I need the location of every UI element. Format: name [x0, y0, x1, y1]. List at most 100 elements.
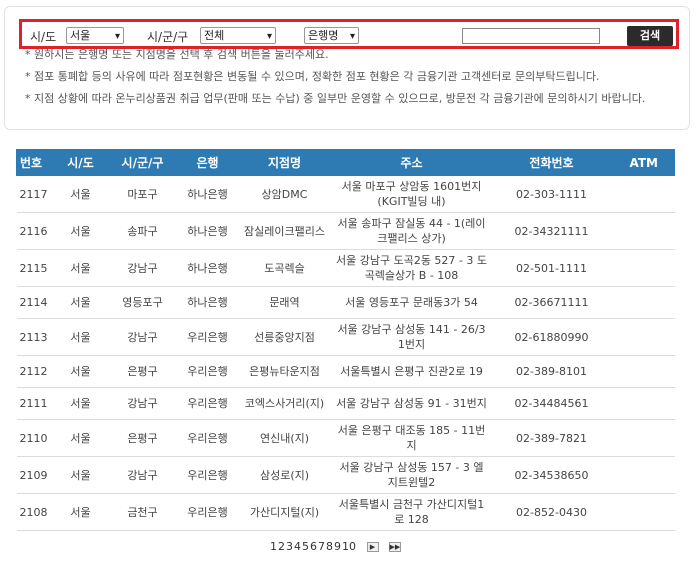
page-link-5[interactable]: 5: [302, 540, 309, 553]
table-row: 2117 서울 마포구 하나은행 상암DMC 서울 마포구 상암동 1601번지 (KGI…: [16, 176, 675, 213]
cell-atm: [612, 318, 675, 356]
table-row: 2110 서울 은평구 우리은행 연신내(지) 서울 은평구 대조동 185 - 11번지…: [16, 419, 675, 457]
cell-number: 2112: [16, 355, 55, 388]
table-row: 2116 서울 송파구 하나은행 잠실레이크팰리스 서울 송파구 잠실동 44 - 1(레…: [16, 212, 675, 250]
last-arrow-icon[interactable]: ▶▶: [388, 542, 401, 552]
col-header-sido: 시/도: [54, 149, 107, 176]
cell-address: 서울 강남구 도곡2동 527 - 3 도곡렉슬상가 B - 108: [332, 249, 491, 287]
page-link-4[interactable]: 4: [294, 540, 301, 553]
cell-number: 2111: [16, 387, 55, 420]
cell-sigungu: 강남구: [106, 249, 179, 287]
notice-item: * 지점 상황에 따라 온누리상품권 취급 업무(판매 또는 수납) 중 일부만…: [25, 92, 646, 105]
cell-bank: 우리은행: [178, 387, 237, 420]
table-row: 2111 서울 강남구 우리은행 코엑스사거리(지) 서울 강남구 삼성동 91 - 31…: [16, 387, 675, 420]
page-link-2[interactable]: 2: [278, 540, 285, 553]
page-link-9[interactable]: 9: [334, 540, 341, 553]
col-header-sigungu: 시/군/구: [106, 149, 179, 176]
cell-sido: 서울: [54, 318, 107, 356]
cell-sido: 서울: [54, 493, 107, 531]
cell-number: 2114: [16, 286, 55, 319]
cell-address: 서울 강남구 삼성동 157 - 3 엘지트윈텔2: [332, 456, 491, 494]
cell-atm: [612, 212, 675, 250]
cell-phone: 02-303-1111: [490, 176, 613, 213]
cell-branch: 문래역: [236, 286, 333, 319]
page-link-1[interactable]: 1: [270, 540, 277, 553]
chevron-down-icon: ▾: [266, 31, 272, 42]
cell-sido: 서울: [54, 456, 107, 494]
sido-label: 시/도: [30, 30, 57, 44]
filter-panel: 시/도 서울 ▾ 시/군/구 전체 ▾ 은행명 ▾ 검색 * 원하시는 은행명 …: [4, 6, 690, 130]
col-header-bank: 은행: [178, 149, 237, 176]
col-header-address: 주소: [332, 149, 491, 176]
col-header-branch: 지점명: [236, 149, 333, 176]
cell-address: 서울 영등포구 문래동3가 54: [332, 286, 491, 319]
cell-address: 서울 강남구 삼성동 141 - 26/31번지: [332, 318, 491, 356]
page-link-3[interactable]: 3: [286, 540, 293, 553]
cell-atm: [612, 355, 675, 388]
cell-bank: 하나은행: [178, 176, 237, 213]
cell-branch: 잠실레이크팰리스: [236, 212, 333, 250]
cell-atm: [612, 387, 675, 420]
search-button[interactable]: 검색: [627, 26, 673, 46]
cell-number: 2115: [16, 249, 55, 287]
notice-item: * 점포 통폐합 등의 사유에 따라 점포현황은 변동될 수 있으며, 정확한 …: [25, 70, 600, 83]
cell-phone: 02-389-7821: [490, 419, 613, 457]
cell-sido: 서울: [54, 419, 107, 457]
table-row: 2115 서울 강남구 하나은행 도곡렉슬 서울 강남구 도곡2동 527 - 3 도곡렉…: [16, 249, 675, 287]
cell-branch: 가산디지털(지): [236, 493, 333, 531]
table-row: 2114 서울 영등포구 하나은행 문래역 서울 영등포구 문래동3가 54 02-3667…: [16, 286, 675, 319]
page-link-10[interactable]: 10: [342, 540, 356, 553]
cell-atm: [612, 419, 675, 457]
cell-bank: 우리은행: [178, 355, 237, 388]
sigungu-select[interactable]: 전체 ▾: [200, 27, 276, 44]
cell-sido: 서울: [54, 387, 107, 420]
cell-address: 서울 은평구 대조동 185 - 11번지: [332, 419, 491, 457]
cell-phone: 02-389-8101: [490, 355, 613, 388]
cell-branch: 은평뉴타운지점: [236, 355, 333, 388]
cell-number: 2110: [16, 419, 55, 457]
sido-value: 서울: [70, 29, 91, 42]
chevron-down-icon: ▾: [349, 31, 355, 42]
sido-select[interactable]: 서울 ▾: [66, 27, 124, 44]
cell-branch: 연신내(지): [236, 419, 333, 457]
cell-phone: 02-501-1111: [490, 249, 613, 287]
cell-phone: 02-34538650: [490, 456, 613, 494]
cell-sigungu: 은평구: [106, 419, 179, 457]
keyword-input[interactable]: [462, 28, 600, 44]
branch-table: 번호 시/도 시/군/구 은행 지점명 주소 전화번호 ATM 2117 서울 마포…: [16, 149, 675, 531]
cell-phone: 02-852-0430: [490, 493, 613, 531]
cell-address: 서울특별시 은평구 진관2로 19: [332, 355, 491, 388]
cell-number: 2109: [16, 456, 55, 494]
cell-number: 2113: [16, 318, 55, 356]
search-type-value: 은행명: [308, 29, 339, 42]
table-row: 2108 서울 금천구 우리은행 가산디지털(지) 서울특별시 금천구 가산디지털1로 1…: [16, 493, 675, 531]
col-header-phone: 전화번호: [490, 149, 613, 176]
cell-sido: 서울: [54, 286, 107, 319]
cell-phone: 02-36671111: [490, 286, 613, 319]
cell-address: 서울 마포구 상암동 1601번지 (KGIT빌딩 내): [332, 176, 491, 213]
page-link-8[interactable]: 8: [326, 540, 333, 553]
cell-atm: [612, 286, 675, 319]
col-header-atm: ATM: [612, 149, 675, 176]
page-link-6[interactable]: 6: [310, 540, 317, 553]
page-link-7[interactable]: 7: [318, 540, 325, 553]
cell-address: 서울 송파구 잠실동 44 - 1(레이크팰리스 상가): [332, 212, 491, 250]
next-arrow-icon[interactable]: ▶: [366, 542, 379, 552]
sigungu-value: 전체: [204, 29, 225, 42]
cell-branch: 코엑스사거리(지): [236, 387, 333, 420]
cell-number: 2116: [16, 212, 55, 250]
cell-branch: 상암DMC: [236, 176, 333, 213]
cell-phone: 02-61880990: [490, 318, 613, 356]
cell-bank: 우리은행: [178, 493, 237, 531]
cell-sigungu: 강남구: [106, 318, 179, 356]
cell-bank: 하나은행: [178, 212, 237, 250]
search-type-select[interactable]: 은행명 ▾: [304, 27, 359, 44]
cell-bank: 우리은행: [178, 419, 237, 457]
cell-sido: 서울: [54, 212, 107, 250]
cell-sigungu: 은평구: [106, 355, 179, 388]
notice-item: * 원하시는 은행명 또는 지점명을 선택 후 검색 버튼을 눌러주세요.: [25, 48, 329, 61]
chevron-down-icon: ▾: [114, 31, 120, 42]
cell-sigungu: 금천구: [106, 493, 179, 531]
cell-sigungu: 송파구: [106, 212, 179, 250]
cell-phone: 02-34321111: [490, 212, 613, 250]
